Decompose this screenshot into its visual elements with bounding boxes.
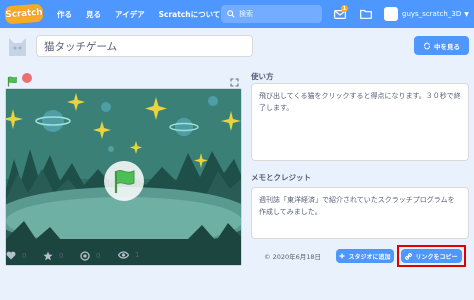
project-page: Scratch 作る 見る アイデア Scratchについて 検索 1 guys… <box>0 0 474 300</box>
project-author-avatar[interactable] <box>5 34 30 59</box>
notes-textarea[interactable]: 週刊誌「東洋経済」で紹介されていたスクラッチプログラムを作成してみました。 <box>251 187 469 239</box>
instructions-heading: 使い方 <box>251 72 274 81</box>
link-icon <box>405 252 413 260</box>
account-menu[interactable]: guys_scratch_3D ▼ <box>384 7 469 21</box>
remix-stat: 0 <box>80 251 100 261</box>
remix-count: 0 <box>96 252 101 260</box>
nav-about[interactable]: Scratchについて <box>159 9 221 20</box>
folder-icon <box>360 9 372 19</box>
share-date: © 2020年6月18日 <box>264 253 322 261</box>
top-nav: Scratch 作る 見る アイデア Scratchについて 検索 1 guys… <box>0 0 474 28</box>
love-button[interactable]: 0 <box>6 251 26 260</box>
remix-arrows-icon <box>424 42 430 49</box>
nav-ideas[interactable]: アイデア <box>115 9 145 20</box>
green-flag-icon <box>7 76 17 87</box>
nav-icons: 1 guys_scratch_3D ▼ <box>332 0 469 28</box>
project-stage[interactable] <box>5 88 242 266</box>
notes-heading: メモとクレジット <box>251 173 311 182</box>
copy-link-button[interactable]: リンクをコピー <box>401 249 462 263</box>
views-stat: 1 <box>118 251 139 259</box>
stop-button[interactable] <box>22 73 32 83</box>
favorite-button[interactable]: 0 <box>43 251 63 261</box>
messages-button[interactable]: 1 <box>332 5 348 22</box>
star-icon <box>43 251 53 261</box>
search-placeholder: 検索 <box>239 10 253 18</box>
username: guys_scratch_3D <box>402 10 462 18</box>
remix-icon <box>80 251 90 261</box>
heart-icon <box>6 251 16 260</box>
user-avatar <box>384 7 398 21</box>
eye-icon <box>118 251 129 259</box>
chevron-down-icon: ▼ <box>464 10 469 18</box>
message-count-badge: 1 <box>341 5 348 12</box>
favorite-count: 0 <box>59 252 64 260</box>
add-to-studio-button[interactable]: スタジオに追加 <box>336 249 394 263</box>
plus-icon <box>339 253 345 259</box>
nav-explore[interactable]: 見る <box>86 9 101 20</box>
views-count: 1 <box>135 251 140 259</box>
love-count: 0 <box>22 251 27 260</box>
add-to-studio-label: スタジオに追加 <box>348 253 391 261</box>
copy-link-label: リンクをコピー <box>415 253 458 261</box>
my-stuff-button[interactable] <box>358 6 374 22</box>
scratch-logo[interactable]: Scratch <box>4 3 44 25</box>
instructions-textarea[interactable]: 飛び出してくる猫をクリックすると得点になります。３０秒で終了します。 <box>251 83 469 161</box>
see-inside-button[interactable]: 中を見る <box>414 36 469 55</box>
nav-create[interactable]: 作る <box>57 9 72 20</box>
fullscreen-icon <box>230 78 239 87</box>
copy-link-highlight: リンクをコピー <box>397 245 466 267</box>
search-icon <box>227 10 235 18</box>
search-input[interactable]: 検索 <box>221 5 322 23</box>
see-inside-label: 中を見る <box>434 42 460 51</box>
stage-scene <box>6 89 241 265</box>
project-title-input[interactable]: 猫タッチゲーム <box>36 35 253 57</box>
